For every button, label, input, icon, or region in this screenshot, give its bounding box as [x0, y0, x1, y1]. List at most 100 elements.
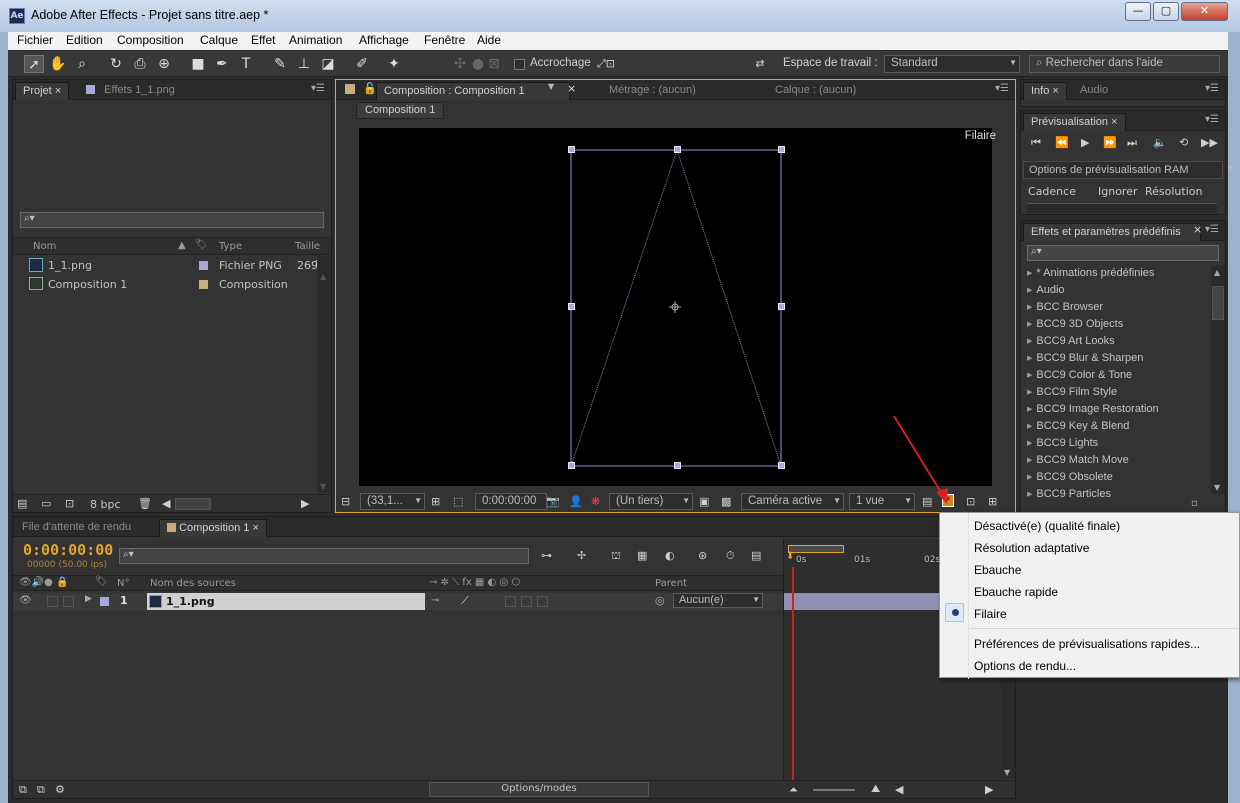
interpret-footage-icon[interactable]: ▤: [17, 497, 27, 510]
transform-handle[interactable]: [674, 146, 681, 153]
eraser-tool-icon[interactable]: ◪: [318, 55, 338, 73]
rotate-tool-icon[interactable]: ↻: [106, 55, 126, 73]
quality-switch-icon[interactable]: ⟋: [461, 594, 469, 608]
transform-handle[interactable]: [778, 303, 785, 310]
brush-tool-icon[interactable]: ✎: [270, 55, 290, 73]
selection-tool-icon[interactable]: ➚: [24, 55, 44, 73]
lock-icon[interactable]: 🔓: [363, 82, 377, 95]
hide-shy-layers-icon[interactable]: ⛫: [611, 549, 621, 564]
menu-item-fast-draft[interactable]: Ebauche rapide: [974, 585, 1058, 599]
show-snapshot-icon[interactable]: 👤: [569, 495, 583, 508]
menu-item-off-final-quality[interactable]: Désactivé(e) (qualité finale): [974, 519, 1120, 533]
preview-fields-row[interactable]: [1027, 203, 1217, 213]
bpc-label[interactable]: 8 bpc: [90, 498, 121, 511]
tab-projet[interactable]: Projet ×: [15, 82, 70, 100]
menu-composition[interactable]: Composition: [117, 33, 184, 47]
trash-icon[interactable]: 🗑: [138, 497, 152, 510]
comp-breadcrumb[interactable]: Composition 1: [356, 102, 445, 119]
loop-icon[interactable]: ⟲: [1179, 136, 1188, 149]
hand-tool-icon[interactable]: ✋: [48, 55, 68, 73]
zoom-in-icon[interactable]: ⛰: [871, 782, 880, 796]
effects-category[interactable]: BCC9 3D Objects: [1027, 318, 1123, 330]
effects-category[interactable]: BCC9 Color & Tone: [1027, 369, 1132, 381]
region-of-interest-icon[interactable]: ▣: [699, 495, 709, 508]
in-out-icon[interactable]: ⚙: [55, 783, 65, 796]
panel-menu-icon[interactable]: ▾☰: [311, 83, 325, 94]
menu-calque[interactable]: Calque: [200, 33, 238, 47]
pen-tool-icon[interactable]: ✒: [212, 55, 232, 73]
label-swatch[interactable]: [100, 597, 109, 606]
rectangle-tool-icon[interactable]: ■: [188, 55, 208, 73]
transfer-controls-icon[interactable]: ⧉: [37, 783, 45, 797]
resolution-select[interactable]: (Un tiers) ▼: [609, 493, 693, 510]
visibility-eye-icon[interactable]: 👁: [19, 595, 32, 606]
frame-blending-icon[interactable]: ▦: [637, 549, 647, 562]
parent-select[interactable]: Aucun(e) ▼: [673, 593, 763, 608]
tab-timeline-composition[interactable]: Composition 1 ×: [159, 519, 267, 537]
effects-category[interactable]: BCC9 Obsolete: [1027, 471, 1112, 483]
effects-category[interactable]: BCC9 Particles: [1027, 488, 1111, 497]
play-icon[interactable]: ▶: [1081, 136, 1089, 149]
brainstorm-icon[interactable]: ⊛: [698, 549, 707, 562]
ram-preview-icon[interactable]: ▶▶: [1201, 136, 1218, 149]
last-frame-icon[interactable]: ⏭: [1127, 136, 1137, 150]
column-name[interactable]: Nom: [33, 241, 56, 252]
minimize-button[interactable]: —: [1125, 2, 1151, 21]
transform-handle[interactable]: [778, 146, 785, 153]
h-scroll-thumb[interactable]: [175, 498, 211, 510]
timeline-icon[interactable]: ⊡: [966, 495, 975, 508]
effects-category[interactable]: BCC9 Film Style: [1027, 386, 1117, 398]
menu-aide[interactable]: Aide: [477, 33, 501, 47]
new-preset-icon[interactable]: ▫: [1191, 498, 1198, 509]
menu-effet[interactable]: Effet: [251, 33, 275, 47]
mask-visibility-icon[interactable]: ⬚: [453, 495, 463, 508]
draft-3d-icon[interactable]: ✢: [577, 549, 586, 562]
first-frame-icon[interactable]: ⏮: [1031, 136, 1041, 150]
effects-category[interactable]: Audio: [1027, 284, 1064, 296]
magnifier-toggle-icon[interactable]: ⊟: [341, 495, 350, 508]
menu-animation[interactable]: Animation: [289, 33, 342, 47]
mute-audio-icon[interactable]: 🔈: [1153, 136, 1167, 149]
pan-behind-tool-icon[interactable]: ⊕: [154, 55, 174, 73]
scroll-right-icon[interactable]: ▶: [985, 783, 993, 796]
close-icon[interactable]: ×: [1193, 223, 1202, 236]
solo-toggle[interactable]: [63, 596, 74, 607]
switch-box[interactable]: [521, 596, 532, 607]
scroll-left-icon[interactable]: ◀: [895, 783, 903, 796]
timeline-timecode[interactable]: 0:00:00:00: [23, 541, 113, 559]
effects-category[interactable]: * Animations prédéfinies: [1027, 267, 1154, 279]
menu-fichier[interactable]: Fichier: [17, 33, 53, 47]
menu-item-fast-previews-prefs[interactable]: Préférences de prévisualisations rapides…: [974, 637, 1200, 651]
effects-category[interactable]: BCC9 Art Looks: [1027, 335, 1114, 347]
column-number[interactable]: N°: [117, 578, 129, 589]
panel-menu-icon[interactable]: ▾☰: [995, 83, 1009, 94]
project-scrollbar[interactable]: ▲ ▼: [317, 256, 331, 493]
switch-box[interactable]: [537, 596, 548, 607]
composition-mini-flowchart-icon[interactable]: ⊶: [541, 549, 552, 562]
project-item[interactable]: 1_1.png Fichier PNG 269 ⊞: [13, 257, 331, 275]
layer-row[interactable]: 👁 ▶ 1 1_1.png ⊸ ⟋ ◎ Aucun(e) ▼: [13, 593, 783, 610]
transform-handle[interactable]: [568, 303, 575, 310]
shy-switch-icon[interactable]: ⊸: [431, 595, 439, 606]
snapshot-icon[interactable]: 📷: [546, 495, 560, 508]
tab-audio[interactable]: Audio: [1073, 82, 1115, 100]
pick-whip-icon[interactable]: ◎: [655, 594, 665, 607]
camera-tool-icon[interactable]: ⎙: [130, 55, 150, 73]
column-parent[interactable]: Parent: [655, 578, 687, 589]
puppet-tool-icon[interactable]: ✦: [384, 55, 404, 73]
playhead-marker-icon[interactable]: ⬇: [786, 551, 794, 562]
snap-options-icon[interactable]: ⤢⊡: [596, 55, 616, 73]
effects-scrollbar[interactable]: ▲ ▼: [1211, 266, 1225, 494]
snapping-checkbox[interactable]: [514, 59, 525, 70]
tab-calque[interactable]: Calque : (aucun): [768, 82, 863, 100]
effects-category[interactable]: BCC Browser: [1027, 301, 1103, 313]
safe-zones-icon[interactable]: ⊞: [431, 495, 440, 508]
scroll-left-icon[interactable]: ◀: [162, 497, 170, 510]
layer-name-cell[interactable]: 1_1.png: [147, 593, 425, 610]
effects-category[interactable]: BCC9 Key & Blend: [1027, 420, 1129, 432]
tab-effects[interactable]: Effets et paramètres prédéfinis: [1023, 223, 1201, 241]
channels-icon[interactable]: ❋: [591, 495, 600, 508]
transform-handle[interactable]: [674, 462, 681, 469]
menu-affichage[interactable]: Affichage: [359, 33, 409, 47]
project-item[interactable]: Composition 1 Composition: [13, 276, 331, 294]
